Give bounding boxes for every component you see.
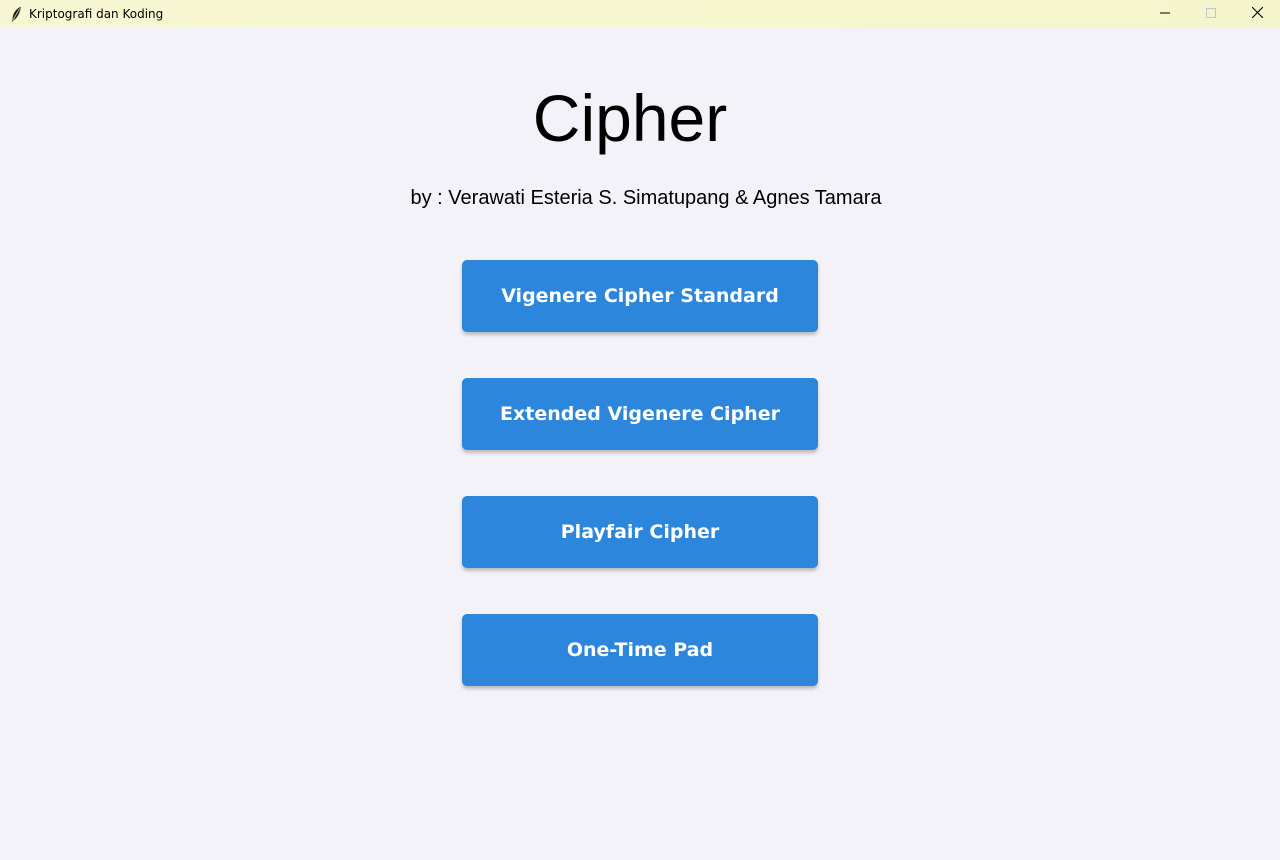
vigenere-standard-button[interactable]: Vigenere Cipher Standard <box>462 260 818 332</box>
author-subtitle: by : Verawati Esteria S. Simatupang & Ag… <box>410 187 882 209</box>
window-controls <box>1142 0 1280 28</box>
page-title: Cipher <box>532 81 728 155</box>
maximize-icon <box>1206 5 1216 23</box>
extended-vigenere-button[interactable]: Extended Vigenere Cipher <box>462 378 818 450</box>
feather-icon <box>8 6 24 22</box>
vigenere-standard-label: Vigenere Cipher Standard <box>501 285 779 307</box>
window-title: Kriptografi dan Koding <box>29 7 164 21</box>
maximize-button[interactable] <box>1188 0 1234 28</box>
minimize-button[interactable] <box>1142 0 1188 28</box>
playfair-button[interactable]: Playfair Cipher <box>462 496 818 568</box>
app-window: Kriptografi dan Koding Cipher by : Veraw… <box>0 0 1280 860</box>
close-icon <box>1251 5 1263 23</box>
one-time-pad-label: One-Time Pad <box>566 639 714 661</box>
title-bar[interactable]: Kriptografi dan Koding <box>0 0 1280 28</box>
close-button[interactable] <box>1234 0 1280 28</box>
one-time-pad-button[interactable]: One-Time Pad <box>462 614 818 686</box>
extended-vigenere-label: Extended Vigenere Cipher <box>500 403 780 425</box>
minimize-icon <box>1160 5 1170 23</box>
playfair-label: Playfair Cipher <box>560 521 720 543</box>
main-content: Cipher by : Verawati Esteria S. Simatupa… <box>0 28 1280 860</box>
